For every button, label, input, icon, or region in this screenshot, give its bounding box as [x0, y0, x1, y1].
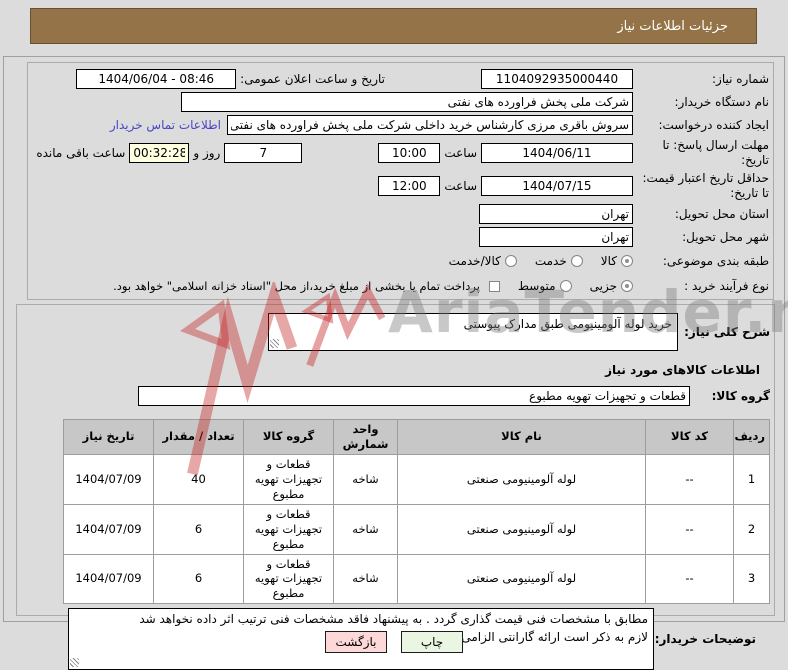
- creator-label: ایجاد کننده درخواست:: [658, 117, 769, 132]
- price-validity-time-field[interactable]: [378, 176, 441, 196]
- treasury-payment-checkbox[interactable]: [488, 280, 500, 292]
- subject-class-label: طبقه بندی موضوعی:: [662, 253, 769, 268]
- column-header: تاریخ نیاز: [63, 419, 154, 455]
- need-description-textarea[interactable]: خرید لوله آلومینیومی طبق مدارک پیوستی: [268, 313, 678, 351]
- row-reply-deadline: مهلت ارسال پاسخ: تا تاریخ: ساعت روز و سا…: [32, 137, 769, 169]
- days-label: روز و: [193, 146, 221, 160]
- column-header: نام کالا: [397, 419, 646, 455]
- need-description-label: شرح کلی نیاز:: [684, 325, 770, 339]
- row-city: شهر محل تحویل:: [32, 226, 769, 248]
- table-row: 1 -- لوله آلومینیومی صنعتی شاخه قطعات و تجهی…: [63, 453, 770, 505]
- price-validity-date-field[interactable]: [481, 176, 633, 196]
- row-province: استان محل تحویل:: [32, 203, 769, 225]
- days-remaining-field[interactable]: [224, 143, 303, 163]
- countdown-timer-field[interactable]: [129, 143, 190, 163]
- need-number-label: شماره نیاز:: [712, 71, 769, 86]
- row-price-validity: حداقل تاریخ اعتبار قیمت: تا تاریخ: ساعت: [32, 170, 769, 202]
- announce-datetime-field[interactable]: [76, 69, 237, 89]
- goods-group-field[interactable]: [138, 386, 690, 406]
- back-button[interactable]: بازگشت: [325, 631, 387, 653]
- radio-goods-service[interactable]: [504, 255, 517, 267]
- need-description-wrap: خرید لوله آلومینیومی طبق مدارک پیوستی: [268, 313, 678, 351]
- radio-goods-service-label: کالا/خدمت: [448, 254, 501, 268]
- hours-remaining-label: ساعت باقی مانده: [36, 146, 126, 160]
- buyer-contact-link[interactable]: اطلاعات تماس خریدار: [110, 118, 221, 132]
- goods-section-header: اطلاعات کالاهای مورد نیاز: [605, 363, 760, 377]
- row-process-type: نوع فرآیند خرید : جزیی متوسط پرداخت تمام…: [32, 274, 769, 298]
- goods-table: ردیف کد کالا نام کالا واحد شمارش گروه کالا تع…: [63, 419, 770, 605]
- table-row: 3 -- لوله آلومینیومی صنعتی شاخه قطعات و تجهی…: [63, 553, 770, 605]
- city-label: شهر محل تحویل:: [682, 229, 769, 244]
- page-title-bar: جزئیات اطلاعات نیاز: [30, 8, 757, 44]
- row-need-description: شرح کلی نیاز: خرید لوله آلومینیومی طبق م…: [21, 313, 770, 351]
- action-buttons: چاپ بازگشت: [0, 631, 788, 653]
- need-info-group: شماره نیاز: تاریخ و ساعت اعلان عمومی: نا…: [27, 62, 774, 300]
- creator-field[interactable]: [227, 115, 633, 135]
- goods-table-head-row: ردیف کد کالا نام کالا واحد شمارش گروه کالا تع…: [63, 419, 770, 455]
- row-buyer-org: نام دستگاه خریدار:: [32, 91, 769, 113]
- goods-info-group: شرح کلی نیاز: خرید لوله آلومینیومی طبق م…: [16, 304, 775, 670]
- row-creator: ایجاد کننده درخواست: اطلاعات تماس خریدار: [32, 114, 769, 136]
- buyer-org-field[interactable]: [181, 92, 633, 112]
- radio-partial-label: جزیی: [589, 279, 617, 293]
- price-validity-label: حداقل تاریخ اعتبار قیمت: تا تاریخ:: [642, 171, 769, 200]
- table-row: 2 -- لوله آلومینیومی صنعتی شاخه قطعات و تجهی…: [63, 503, 770, 555]
- column-header: گروه کالا: [243, 419, 334, 455]
- goods-group-label: گروه کالا:: [711, 389, 770, 403]
- radio-goods[interactable]: [621, 255, 633, 267]
- reply-deadline-time-field[interactable]: [378, 143, 441, 163]
- price-validity-hour-label: ساعت: [444, 179, 477, 193]
- radio-medium-label: متوسط: [517, 279, 556, 293]
- reply-deadline-date-field[interactable]: [481, 143, 633, 163]
- goods-table-body: 1 -- لوله آلومینیومی صنعتی شاخه قطعات و تجهی…: [63, 453, 770, 605]
- print-button[interactable]: چاپ: [401, 631, 463, 653]
- announce-label: تاریخ و ساعت اعلان عمومی:: [240, 72, 385, 86]
- column-header: ردیف: [733, 419, 770, 455]
- radio-service-label: خدمت: [534, 254, 567, 268]
- treasury-payment-label: پرداخت تمام یا بخشی از مبلغ خرید،از محل …: [113, 279, 480, 293]
- row-goods-group: گروه کالا:: [21, 385, 770, 407]
- province-label: استان محل تحویل:: [674, 206, 769, 221]
- page-title: جزئیات اطلاعات نیاز: [617, 18, 728, 34]
- content-frame: شماره نیاز: تاریخ و ساعت اعلان عمومی: نا…: [3, 56, 785, 670]
- reply-deadline-label: مهلت ارسال پاسخ: تا تاریخ:: [662, 138, 769, 167]
- row-subject-class: طبقه بندی موضوعی: کالا خدمت کالا/خدمت: [32, 249, 769, 273]
- need-number-field[interactable]: [481, 69, 633, 89]
- buyer-org-label: نام دستگاه خریدار:: [674, 94, 770, 109]
- need-details-page: جزئیات اطلاعات نیاز شماره نیاز: تاریخ و …: [0, 0, 788, 670]
- process-type-label: نوع فرآیند خرید :: [684, 278, 769, 293]
- radio-partial[interactable]: [621, 280, 633, 292]
- row-need-number: شماره نیاز: تاریخ و ساعت اعلان عمومی:: [32, 68, 769, 90]
- radio-service[interactable]: [570, 255, 583, 267]
- city-field[interactable]: [479, 227, 633, 247]
- reply-hour-label: ساعت: [444, 146, 477, 160]
- radio-goods-label: کالا: [600, 254, 617, 268]
- column-header: کد کالا: [645, 419, 734, 455]
- province-field[interactable]: [479, 204, 633, 224]
- radio-medium[interactable]: [559, 280, 572, 292]
- column-header: تعداد / مقدار: [153, 419, 244, 455]
- column-header: واحد شمارش: [333, 419, 398, 455]
